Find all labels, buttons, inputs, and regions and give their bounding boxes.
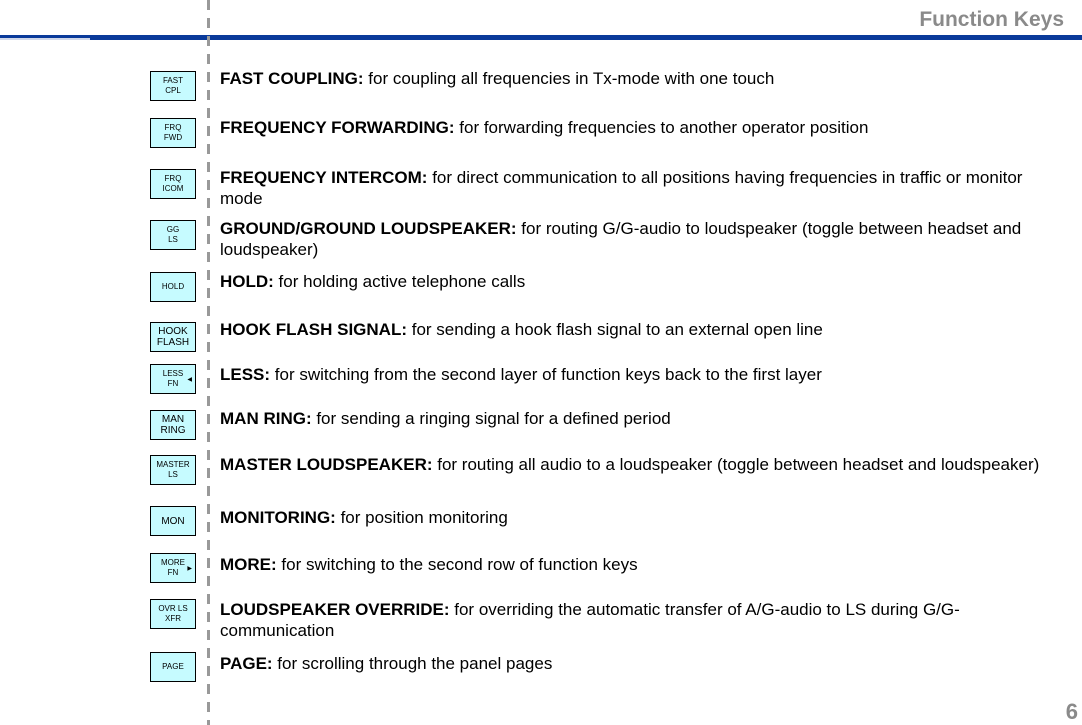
function-key-text: for holding active telephone calls: [273, 272, 526, 291]
function-key-name: MAN RING:: [220, 409, 312, 428]
function-key-description: LESS: for switching from the second laye…: [220, 364, 1060, 385]
function-key-description: HOOK FLASH SIGNAL: for sending a hook fl…: [220, 319, 1060, 340]
function-key-name: HOLD:: [220, 272, 274, 291]
function-key-button: MORE FN ▶: [150, 553, 196, 583]
function-key-label: MAN RING: [160, 414, 186, 436]
function-key-description: HOLD: for holding active telephone calls: [220, 271, 1060, 292]
function-key-name: MORE:: [220, 555, 277, 574]
function-key-text: for sending a hook flash signal to an ex…: [407, 320, 823, 339]
function-key-name: FREQUENCY INTERCOM:: [220, 168, 428, 187]
function-key-label: OVR LS XFR: [158, 604, 188, 623]
function-key-button: MON: [150, 506, 196, 536]
function-key-description: MORE: for switching to the second row of…: [220, 554, 1060, 575]
function-key-description: LOUDSPEAKER OVERRIDE: for overriding the…: [220, 599, 1060, 641]
function-key-label: FRQ FWD: [163, 123, 183, 142]
function-key-text: for routing all audio to a loudspeaker (…: [432, 455, 1040, 474]
arrow-right-icon: ▶: [187, 566, 192, 572]
function-key-name: LOUDSPEAKER OVERRIDE:: [220, 600, 450, 619]
function-key-description: FAST COUPLING: for coupling all frequenc…: [220, 68, 1060, 89]
function-key-button: GG LS: [150, 220, 196, 250]
function-key-label: FAST CPL: [162, 76, 183, 95]
function-key-label: GG LS: [166, 225, 180, 244]
function-key-description: MAN RING: for sending a ringing signal f…: [220, 408, 1060, 429]
function-key-name: GROUND/GROUND LOUDSPEAKER:: [220, 219, 517, 238]
function-key-name: HOOK FLASH SIGNAL:: [220, 320, 407, 339]
function-key-button: PAGE: [150, 652, 196, 682]
function-key-button: MASTER LS: [150, 455, 196, 485]
function-key-description: MASTER LOUDSPEAKER: for routing all audi…: [220, 454, 1060, 475]
function-key-button: FRQ FWD: [150, 118, 196, 148]
header-rule: [0, 35, 1082, 40]
function-key-button: LESS FN ◀: [150, 364, 196, 394]
function-key-label: HOOK FLASH: [156, 326, 190, 348]
arrow-left-icon: ◀: [187, 377, 192, 383]
function-key-label: HOLD: [161, 282, 185, 291]
function-key-description: MONITORING: for position monitoring: [220, 507, 1060, 528]
function-key-name: MONITORING:: [220, 508, 336, 527]
function-key-name: PAGE:: [220, 654, 273, 673]
function-key-label: MON: [161, 515, 185, 527]
function-key-description: FREQUENCY FORWARDING: for forwarding fre…: [220, 117, 1060, 138]
function-key-text: for coupling all frequencies in Tx-mode …: [363, 69, 775, 88]
function-key-button: HOLD: [150, 272, 196, 302]
function-key-name: FAST COUPLING:: [220, 69, 364, 88]
page-number: 6: [1065, 699, 1078, 724]
function-key-button: OVR LS XFR: [150, 599, 196, 629]
dashed-divider: [207, 0, 210, 725]
function-key-description: PAGE: for scrolling through the panel pa…: [220, 653, 1060, 674]
function-key-label: LESS FN: [162, 369, 184, 388]
function-key-button: MAN RING: [150, 410, 196, 440]
page-title: Function Keys: [919, 8, 1064, 31]
header-rule-accent: [0, 38, 90, 40]
function-key-text: for switching to the second row of funct…: [276, 555, 638, 574]
function-key-button: HOOK FLASH: [150, 322, 196, 352]
function-key-description: FREQUENCY INTERCOM: for direct communica…: [220, 167, 1060, 209]
function-key-text: for forwarding frequencies to another op…: [454, 118, 869, 137]
function-key-description: GROUND/GROUND LOUDSPEAKER: for routing G…: [220, 218, 1060, 260]
function-key-label: FRQ ICOM: [162, 174, 184, 193]
function-key-label: MASTER LS: [156, 460, 190, 479]
function-key-text: for scrolling through the panel pages: [272, 654, 553, 673]
function-key-text: for sending a ringing signal for a defin…: [311, 409, 671, 428]
function-key-name: LESS:: [220, 365, 271, 384]
function-key-text: for switching from the second layer of f…: [270, 365, 822, 384]
function-key-name: FREQUENCY FORWARDING:: [220, 118, 455, 137]
function-key-text: for position monitoring: [335, 508, 508, 527]
function-key-button: FRQ ICOM: [150, 169, 196, 199]
function-key-name: MASTER LOUDSPEAKER:: [220, 455, 433, 474]
function-key-label: PAGE: [162, 662, 184, 671]
function-key-label: MORE FN: [161, 558, 185, 577]
function-key-button: FAST CPL: [150, 71, 196, 101]
